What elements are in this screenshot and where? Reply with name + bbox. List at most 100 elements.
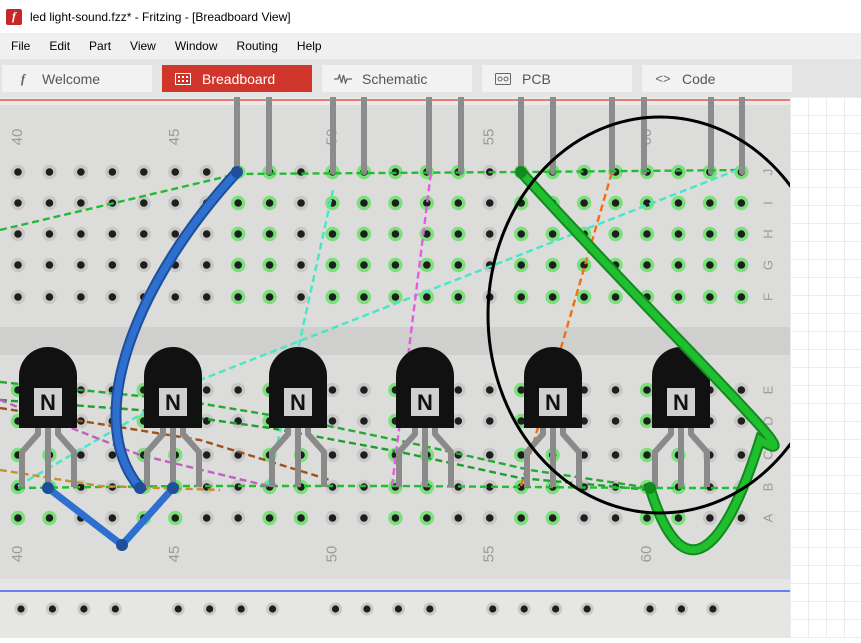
hole[interactable] <box>391 230 400 238</box>
rail-hole[interactable] <box>206 605 214 613</box>
hole[interactable] <box>45 199 54 207</box>
hole[interactable] <box>108 261 117 269</box>
hole[interactable] <box>580 199 588 207</box>
hole[interactable] <box>45 261 54 269</box>
hole[interactable] <box>737 261 746 269</box>
hole[interactable] <box>77 293 85 301</box>
hole[interactable] <box>611 417 620 425</box>
hole[interactable] <box>643 386 651 394</box>
blue-wire-endpoint[interactable] <box>167 482 179 494</box>
rail-hole[interactable] <box>363 605 371 613</box>
blue-wire-endpoint[interactable] <box>116 539 128 551</box>
hole[interactable] <box>517 451 525 459</box>
hole[interactable] <box>14 168 22 176</box>
hole[interactable] <box>485 417 494 425</box>
hole[interactable] <box>77 199 85 207</box>
hole[interactable] <box>580 293 588 301</box>
hole[interactable] <box>643 417 651 425</box>
blue-wire-endpoint[interactable] <box>42 482 54 494</box>
hole[interactable] <box>45 293 54 301</box>
hole[interactable] <box>108 230 117 238</box>
hole[interactable] <box>674 514 683 522</box>
hole[interactable] <box>45 168 54 176</box>
hole[interactable] <box>171 514 180 522</box>
hole[interactable] <box>77 451 85 459</box>
hole[interactable] <box>360 514 368 522</box>
hole[interactable] <box>108 168 117 176</box>
hole[interactable] <box>265 199 274 207</box>
hole[interactable] <box>108 451 117 459</box>
tab-welcome[interactable]: f Welcome <box>2 65 152 92</box>
hole[interactable] <box>643 261 651 269</box>
hole[interactable] <box>517 293 525 301</box>
breadboard-svg[interactable]: 40455055604045505560JIHGFEDCBANNNNNN <box>0 94 834 638</box>
hole[interactable] <box>611 199 620 207</box>
hole[interactable] <box>706 230 714 238</box>
hole[interactable] <box>643 451 651 459</box>
hole[interactable] <box>737 199 746 207</box>
hole[interactable] <box>485 514 494 522</box>
hole[interactable] <box>391 293 400 301</box>
rail-hole[interactable] <box>269 605 277 613</box>
tab-schematic[interactable]: Schematic <box>322 65 472 92</box>
rail-hole[interactable] <box>174 605 182 613</box>
green-wire-endpoint[interactable] <box>644 482 656 494</box>
hole[interactable] <box>454 199 463 207</box>
hole[interactable] <box>108 293 117 301</box>
hole[interactable] <box>202 168 211 176</box>
hole[interactable] <box>611 293 620 301</box>
hole[interactable] <box>14 514 22 522</box>
tab-code[interactable]: <> Code <box>642 65 792 92</box>
hole[interactable] <box>548 514 557 522</box>
hole[interactable] <box>328 451 337 459</box>
hole[interactable] <box>611 451 620 459</box>
hole[interactable] <box>202 261 211 269</box>
hole[interactable] <box>485 230 494 238</box>
hole[interactable] <box>737 451 746 459</box>
hole[interactable] <box>14 199 22 207</box>
hole[interactable] <box>391 261 400 269</box>
hole[interactable] <box>77 230 85 238</box>
hole[interactable] <box>140 230 148 238</box>
hole[interactable] <box>611 386 620 394</box>
tab-breadboard[interactable]: Breadboard <box>162 65 312 92</box>
hole[interactable] <box>706 261 714 269</box>
hole[interactable] <box>14 293 22 301</box>
hole[interactable] <box>360 417 368 425</box>
blue-wire-endpoint[interactable] <box>231 166 243 178</box>
hole[interactable] <box>517 230 525 238</box>
hole[interactable] <box>234 293 242 301</box>
hole[interactable] <box>517 514 525 522</box>
hole[interactable] <box>265 514 274 522</box>
hole[interactable] <box>737 417 746 425</box>
menu-edit[interactable]: Edit <box>38 39 78 53</box>
hole[interactable] <box>77 168 85 176</box>
hole[interactable] <box>454 230 463 238</box>
hole[interactable] <box>202 293 211 301</box>
hole[interactable] <box>171 230 180 238</box>
hole[interactable] <box>674 293 683 301</box>
hole[interactable] <box>737 293 746 301</box>
rail-hole[interactable] <box>111 605 119 613</box>
hole[interactable] <box>485 386 494 394</box>
hole[interactable] <box>360 230 368 238</box>
hole[interactable] <box>297 261 305 269</box>
hole[interactable] <box>297 199 305 207</box>
hole[interactable] <box>14 230 22 238</box>
hole[interactable] <box>454 293 463 301</box>
hole[interactable] <box>391 514 400 522</box>
hole[interactable] <box>485 451 494 459</box>
hole[interactable] <box>202 514 211 522</box>
menu-view[interactable]: View <box>119 39 164 53</box>
blue-wire-endpoint[interactable] <box>134 482 146 494</box>
hole[interactable] <box>611 514 620 522</box>
hole[interactable] <box>706 514 714 522</box>
hole[interactable] <box>674 261 683 269</box>
hole[interactable] <box>140 261 148 269</box>
menu-window[interactable]: Window <box>164 39 226 53</box>
hole[interactable] <box>360 199 368 207</box>
rail-hole[interactable] <box>426 605 434 613</box>
hole[interactable] <box>265 293 274 301</box>
rail-hole[interactable] <box>48 605 57 613</box>
hole[interactable] <box>517 417 525 425</box>
